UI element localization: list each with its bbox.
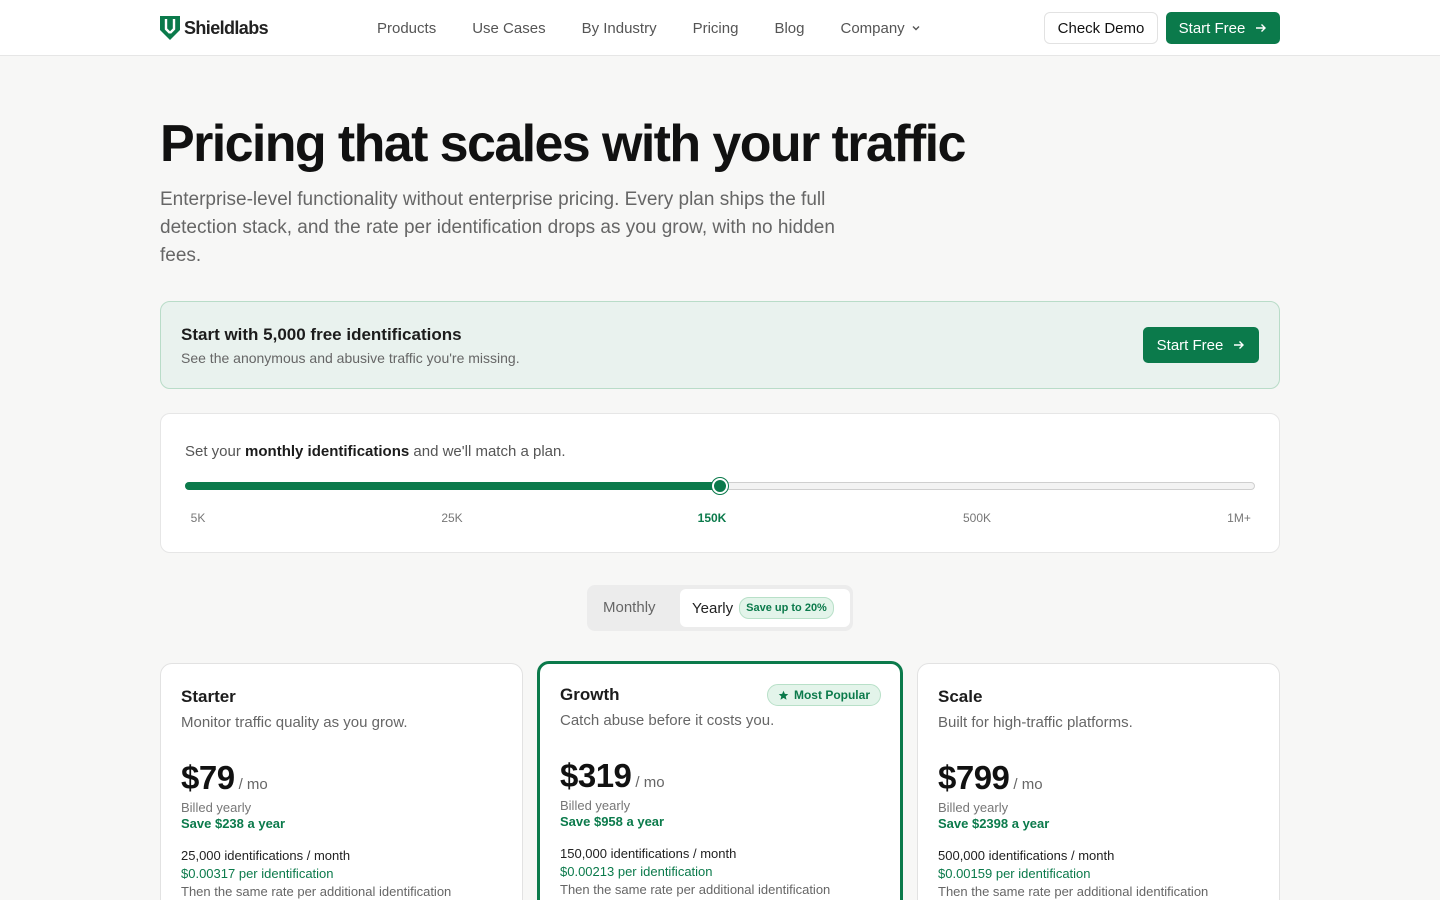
nav-link-by-industry[interactable]: By Industry bbox=[582, 20, 657, 37]
plan-billing-note: Billed yearly bbox=[181, 800, 252, 815]
yearly-savings-badge: Save up to 20% bbox=[739, 597, 834, 619]
slider-tick-500k[interactable]: 500K bbox=[963, 511, 991, 525]
plan-price-row: $319 / mo bbox=[560, 757, 665, 795]
plan-rate: $0.00317 per identification bbox=[181, 866, 334, 881]
banner-start-free-button[interactable]: Start Free bbox=[1143, 327, 1259, 363]
plan-name: Scale bbox=[938, 687, 983, 706]
plan-savings: Save $958 a year bbox=[560, 814, 665, 829]
plan-rate: $0.00213 per identification bbox=[560, 864, 713, 879]
nav-start-free-label: Start Free bbox=[1178, 19, 1246, 37]
nav-link-products[interactable]: Products bbox=[377, 20, 436, 37]
plan-overage-note: Then the same rate per additional identi… bbox=[938, 884, 1209, 899]
plan-savings: Save $238 a year bbox=[181, 816, 286, 831]
plan-billing-note: Billed yearly bbox=[560, 798, 631, 813]
slider-track[interactable] bbox=[185, 478, 1255, 494]
banner-subtitle: See the anonymous and abusive traffic yo… bbox=[181, 350, 520, 366]
top-nav: Shieldlabs Products Use Cases By Industr… bbox=[0, 0, 1440, 56]
slider-tick-25k[interactable]: 25K bbox=[441, 511, 462, 525]
plan-billing-note: Billed yearly bbox=[938, 800, 1009, 815]
plan-price-period: / mo bbox=[635, 774, 665, 791]
slider-prompt: Set your monthly identifications and we'… bbox=[185, 443, 566, 460]
billing-period-toggle: Monthly Yearly Save up to 20% bbox=[587, 585, 853, 631]
plan-identifications: 500,000 identifications / month bbox=[938, 848, 1115, 863]
slider-prompt-after: and we'll match a plan. bbox=[409, 443, 566, 460]
check-demo-button[interactable]: Check Demo bbox=[1044, 12, 1158, 44]
plan-identifications: 25,000 identifications / month bbox=[181, 848, 351, 863]
plan-identifications: 150,000 identifications / month bbox=[560, 846, 737, 861]
slider-prompt-before: Set your bbox=[185, 443, 246, 460]
plan-overage-note: Then the same rate per additional identi… bbox=[181, 884, 452, 899]
chevron-down-icon bbox=[912, 26, 920, 31]
plan-name: Starter bbox=[181, 687, 236, 706]
plan-description: Catch abuse before it costs you. bbox=[560, 712, 775, 729]
free-trial-banner: Start with 5,000 free identifications Se… bbox=[160, 301, 1280, 389]
nav-link-company-label: Company bbox=[840, 19, 905, 37]
arrow-right-icon bbox=[1234, 341, 1245, 349]
slider-prompt-bold: monthly identifications bbox=[245, 443, 410, 460]
nav-link-company[interactable]: Company bbox=[840, 20, 920, 37]
nav-link-pricing[interactable]: Pricing bbox=[693, 20, 739, 37]
plan-price-period: / mo bbox=[238, 776, 268, 793]
slider-fill bbox=[185, 482, 720, 490]
plan-description: Built for high-traffic platforms. bbox=[938, 714, 1133, 731]
plan-rate: $0.00159 per identification bbox=[938, 866, 1091, 881]
toggle-yearly-label: Yearly bbox=[692, 599, 734, 617]
plan-card-scale: Scale Built for high-traffic platforms. … bbox=[917, 663, 1280, 900]
plan-description: Monitor traffic quality as you grow. bbox=[181, 714, 408, 731]
plan-savings: Save $2398 a year bbox=[938, 816, 1050, 831]
slider-thumb[interactable] bbox=[712, 478, 728, 494]
plan-card-growth: Growth Most Popular Catch abuse before i… bbox=[537, 661, 903, 900]
brand-name: Shieldlabs bbox=[184, 17, 269, 38]
nav-link-blog[interactable]: Blog bbox=[774, 20, 804, 37]
identifications-slider-card: Set your monthly identifications and we'… bbox=[160, 413, 1280, 553]
brand-logo[interactable]: Shieldlabs bbox=[160, 16, 269, 40]
plan-price-period: / mo bbox=[1013, 776, 1043, 793]
nav-links: Products Use Cases By Industry Pricing B… bbox=[377, 0, 957, 56]
banner-title: Start with 5,000 free identifications bbox=[181, 325, 462, 344]
slider-tick-5k[interactable]: 5K bbox=[191, 511, 206, 525]
most-popular-label: Most Popular bbox=[793, 688, 870, 702]
arrow-right-icon bbox=[1256, 24, 1267, 32]
plan-price-row: $799 / mo bbox=[938, 759, 1043, 797]
slider-tick-1m[interactable]: 1M+ bbox=[1227, 511, 1251, 525]
banner-start-free-label: Start Free bbox=[1156, 336, 1224, 354]
plan-name: Growth bbox=[560, 685, 620, 704]
toggle-monthly[interactable]: Monthly bbox=[603, 599, 656, 616]
plan-card-starter: Starter Monitor traffic quality as you g… bbox=[160, 663, 523, 900]
plan-price: $319 bbox=[560, 757, 632, 794]
star-icon bbox=[778, 690, 789, 700]
nav-link-use-cases[interactable]: Use Cases bbox=[472, 20, 545, 37]
nav-start-free-button[interactable]: Start Free bbox=[1166, 12, 1280, 44]
page-title: Pricing that scales with your traffic bbox=[160, 115, 966, 173]
most-popular-badge: Most Popular bbox=[766, 684, 881, 706]
shield-logo-icon bbox=[160, 16, 180, 40]
plan-price: $79 bbox=[181, 759, 235, 796]
plan-price-row: $79 / mo bbox=[181, 759, 268, 797]
toggle-yearly[interactable]: Yearly Save up to 20% bbox=[680, 589, 850, 627]
plan-overage-note: Then the same rate per additional identi… bbox=[560, 882, 831, 897]
slider-tick-150k[interactable]: 150K bbox=[698, 511, 727, 525]
page-subtitle: Enterprise-level functionality without e… bbox=[160, 189, 835, 266]
plan-price: $799 bbox=[938, 759, 1010, 796]
